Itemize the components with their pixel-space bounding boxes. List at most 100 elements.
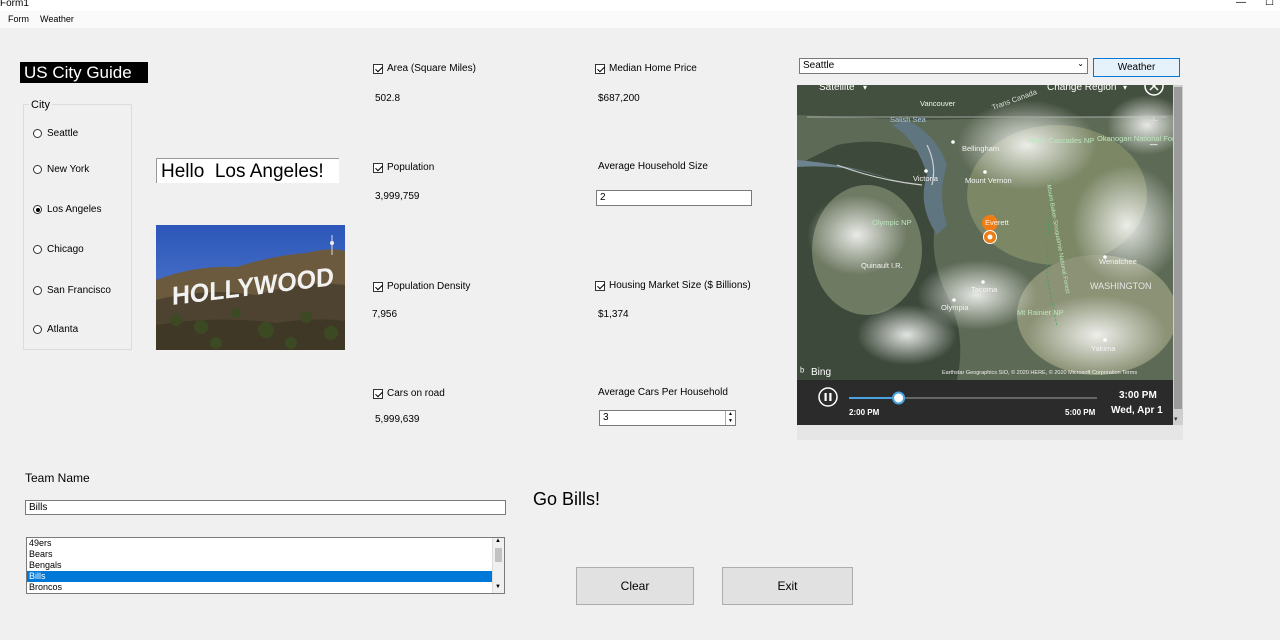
scroll-down-icon[interactable]: ▼ [495,584,501,590]
weather-button[interactable]: Weather [1093,58,1180,77]
hello-label: Hello Los Angeles! [156,158,339,183]
radio-dot[interactable] [33,129,42,138]
population-density-checkbox[interactable]: Population Density [373,281,470,292]
team-listbox[interactable]: 49ers Bears Bengals Bills Broncos ▲ ▼ [26,537,505,594]
list-item[interactable]: Broncos [27,582,492,593]
team-name-label: Team Name [25,471,90,485]
svg-text:Okanogan National Forest: Okanogan National Forest [1097,134,1173,143]
radio-chicago[interactable]: Chicago [33,244,84,255]
zoom-in-icon[interactable]: + [1149,113,1158,130]
radio-atlanta[interactable]: Atlanta [33,324,78,335]
scroll-up-icon[interactable]: ▲ [495,538,501,544]
map-scrollbar[interactable]: ▾ [1173,85,1183,425]
svg-text:Quinault I.R.: Quinault I.R. [861,261,903,270]
svg-text:Salish Sea: Salish Sea [890,115,927,124]
maximize-button[interactable]: ☐ [1265,0,1274,8]
housing-market-value: $1,374 [598,309,629,320]
app-title: US City Guide [20,62,148,83]
map-scroll-thumb[interactable] [1174,87,1182,409]
zoom-out-icon[interactable]: − [1149,137,1158,154]
list-scrollbar[interactable]: ▲ ▼ [492,538,504,593]
radio-label: Los Angeles [47,204,102,215]
radio-dot[interactable] [33,165,42,174]
menu-weather[interactable]: Weather [40,14,74,24]
chevron-down-icon[interactable]: ⌄ [1077,59,1084,68]
menu-bar: Form Weather [0,11,1280,28]
svg-text:Victoria: Victoria [913,174,939,183]
bing-logo-icon: ᵇ [800,366,804,378]
radio-san-francisco[interactable]: San Francisco [33,285,111,296]
timeline-slider-thumb[interactable] [892,391,906,405]
svg-text:Mt Rainier NP: Mt Rainier NP [1017,308,1064,317]
radio-label: New York [47,164,90,175]
checkbox-box[interactable] [595,63,605,74]
household-size-label: Average Household Size [598,161,708,172]
city-combo[interactable]: Seattle ⌄ [799,58,1088,74]
radio-label: Atlanta [47,324,79,335]
exit-button[interactable]: Exit [722,567,853,605]
cars-on-road-value: 5,999,639 [375,414,420,425]
list-item[interactable]: 49ers [27,538,492,549]
radio-dot[interactable] [33,325,42,334]
checkbox-label: Population [387,162,435,173]
area-value: 502.8 [375,93,401,104]
clear-button[interactable]: Clear [576,567,694,605]
list-item[interactable]: Bears [27,549,492,560]
team-name-input[interactable]: Bills [25,500,506,515]
population-checkbox[interactable]: Population [373,162,434,173]
svg-text:Olympia: Olympia [941,303,969,312]
svg-text:Yakima: Yakima [1091,344,1116,353]
radio-label: Seattle [47,128,79,139]
stepper-up-icon[interactable]: ▲ [726,411,735,418]
city-groupbox: City Seattle New York Los Angeles Chicag… [23,99,132,350]
median-home-price-checkbox[interactable]: Median Home Price [595,63,697,74]
map-attribution: Earthstar Geographics SIO, © 2020 HERE, … [942,369,1137,376]
title-bar: Form1 — ☐ [0,0,1280,11]
cars-per-household-stepper[interactable]: 3 ▲ ▼ [599,410,736,426]
checkbox-label: Population Density [387,281,471,292]
svg-text:Bellingham: Bellingham [962,144,999,153]
svg-text:North Cascades NP: North Cascades NP [1028,136,1094,145]
weather-map[interactable]: Vancouver Salish Sea Bellingham Victoria… [797,85,1173,380]
city-group-legend: City [29,99,52,111]
cars-on-road-checkbox[interactable]: Cars on road [373,388,445,399]
radio-dot[interactable] [33,245,42,254]
household-size-input[interactable]: 2 [596,190,752,206]
radio-dot[interactable] [33,286,42,295]
map-mode-dropdown[interactable]: Satellite [819,85,855,93]
checkbox-label: Area (Square Miles) [387,63,476,74]
city-picture: HOLLYWOOD [156,225,345,350]
svg-text:Everett: Everett [985,218,1010,227]
checkbox-box[interactable] [373,63,383,74]
stepper-down-icon[interactable]: ▼ [726,418,735,425]
window-title: Form1 [0,0,29,9]
checkbox-label: Housing Market Size ($ Billions) [609,280,751,291]
change-region-chevron-icon[interactable]: ▾ [1123,85,1127,92]
stepper-buttons[interactable]: ▲ ▼ [725,411,735,425]
menu-form[interactable]: Form [8,14,29,24]
housing-market-checkbox[interactable]: Housing Market Size ($ Billions) [595,280,751,291]
change-region-dropdown[interactable]: Change Region [1047,85,1117,93]
radio-los-angeles[interactable]: Los Angeles [33,204,102,215]
population-density-value: 7,956 [372,309,398,320]
radio-label: Chicago [47,244,84,255]
checkbox-box[interactable] [373,388,383,399]
go-team-label: Go Bills! [533,489,601,509]
checkbox-box[interactable] [373,281,383,292]
list-scroll-thumb[interactable] [495,548,502,562]
map-mode-chevron-icon[interactable]: ▾ [863,85,867,92]
checkbox-box[interactable] [373,162,383,173]
checkbox-label: Cars on road [387,388,445,399]
radio-dot[interactable] [33,205,42,214]
checkbox-box[interactable] [595,280,605,291]
area-checkbox[interactable]: Area (Square Miles) [373,63,476,74]
pause-icon[interactable] [818,387,838,407]
minimize-button[interactable]: — [1236,0,1246,8]
svg-text:WASHINGTON: WASHINGTON [1090,281,1152,291]
list-item[interactable]: Bengals [27,560,492,571]
scroll-down-icon[interactable]: ▾ [1174,415,1178,423]
radio-seattle[interactable]: Seattle [33,128,78,139]
weather-map-panel: Vancouver Salish Sea Bellingham Victoria… [797,85,1183,440]
radio-new-york[interactable]: New York [33,164,89,175]
list-item-selected[interactable]: Bills [27,571,492,582]
